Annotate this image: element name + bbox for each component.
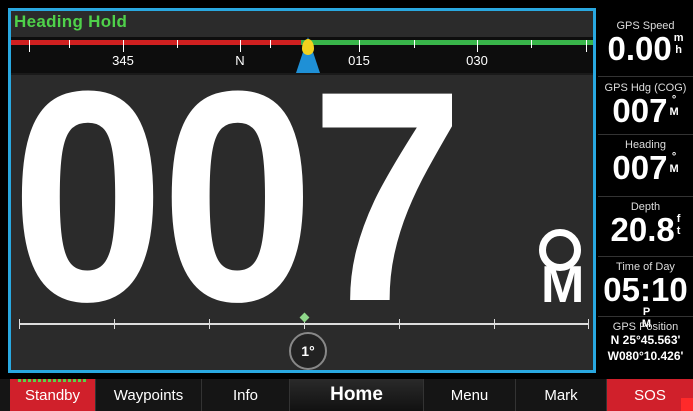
- heading-unit-letter: M: [541, 256, 585, 314]
- rudder-tick: [209, 319, 210, 329]
- rudder-tick: [19, 319, 20, 329]
- sos-corner-indicator: [681, 398, 693, 411]
- autopilot-panel: Heading Hold 345 N 015 030 007 M 1°: [8, 8, 596, 373]
- depth-cell[interactable]: Depth 20.8 f t: [598, 201, 693, 246]
- waypoints-button[interactable]: Waypoints: [96, 379, 202, 411]
- rudder-tick: [399, 319, 400, 329]
- rudder-tick: [114, 319, 115, 329]
- time-value: 05:10: [603, 271, 688, 308]
- home-button[interactable]: Home: [290, 379, 424, 411]
- info-button[interactable]: Info: [202, 379, 290, 411]
- gps-lat-value: N 25°45.563': [610, 333, 681, 347]
- depth-value: 20.8: [610, 211, 675, 248]
- gps-hdg-value: 007: [612, 92, 668, 129]
- gps-position-cell[interactable]: GPS Position N 25°45.563' W080°10.426': [598, 321, 693, 364]
- mark-button[interactable]: Mark: [516, 379, 607, 411]
- gps-hdg-cell[interactable]: GPS Hdg (COG) 007 ° M: [598, 82, 693, 127]
- data-column: GPS Speed 0.00 m h GPS Hdg (COG) 007 ° M Hea…: [598, 8, 693, 373]
- gps-position-label: GPS Position: [612, 321, 679, 333]
- gps-speed-cell[interactable]: GPS Speed 0.00 m h: [598, 20, 693, 65]
- gps-speed-value: 0.00: [607, 30, 672, 67]
- rudder-tick: [494, 319, 495, 329]
- bottom-nav: Standby Waypoints Info Home Menu Mark SO…: [0, 379, 693, 411]
- standby-indicator: [18, 379, 88, 382]
- standby-button[interactable]: Standby: [10, 379, 96, 411]
- gps-lon-value: W080°10.426': [607, 348, 684, 363]
- menu-button[interactable]: Menu: [424, 379, 516, 411]
- heading-value: 007: [612, 149, 668, 186]
- heading-cell[interactable]: Heading 007 ° M: [598, 139, 693, 184]
- rudder-gain-dial[interactable]: 1°: [289, 332, 327, 370]
- compass-label-030: 030: [466, 53, 488, 68]
- rudder-tick: [588, 319, 589, 329]
- heading-readout: 007: [11, 28, 464, 364]
